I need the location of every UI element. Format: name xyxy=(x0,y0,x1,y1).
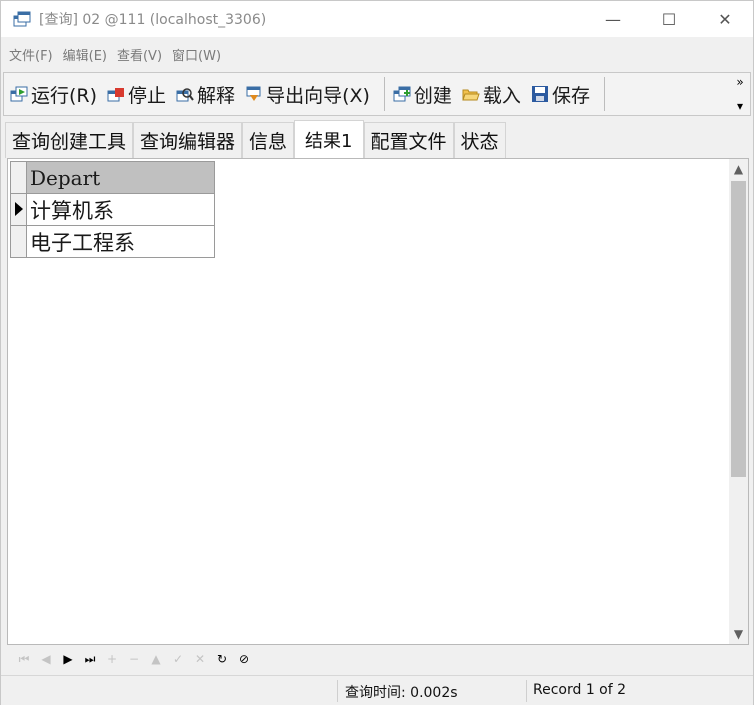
table-cell[interactable]: 计算机系 xyxy=(26,193,215,226)
create-button[interactable]: 创建 xyxy=(393,78,452,110)
record-count: Record 1 of 2 xyxy=(533,682,627,698)
close-button[interactable]: ✕ xyxy=(697,1,753,37)
tab-query-builder[interactable]: 查询创建工具 xyxy=(5,122,134,158)
delete-record-icon[interactable]: − xyxy=(123,649,145,669)
row-indicator[interactable] xyxy=(10,225,27,258)
load-label: 载入 xyxy=(482,84,521,107)
folder-open-icon xyxy=(462,85,480,103)
status-separator xyxy=(526,680,527,702)
window-title: [查询] 02 @111 (localhost_3306) xyxy=(39,12,267,28)
result-grid: Depart 计算机系 电子工程系 xyxy=(10,161,215,258)
menu-view[interactable]: 查看(V) xyxy=(117,45,162,64)
chevron-down-icon: ▾ xyxy=(736,99,744,113)
save-icon xyxy=(531,85,549,103)
tab-info[interactable]: 信息 xyxy=(242,122,295,158)
table-row[interactable]: 计算机系 xyxy=(10,193,215,226)
cancel-edit-icon[interactable]: ✕ xyxy=(189,649,211,669)
stop-label: 停止 xyxy=(128,84,167,107)
tab-query-editor[interactable]: 查询编辑器 xyxy=(133,122,243,158)
toolbar: 运行(R) 停止 解释 导出向导(X) 创建 载入 保存 » ▾ xyxy=(3,72,751,116)
stop-button[interactable]: 停止 xyxy=(107,78,166,110)
refresh-icon[interactable]: ↻ xyxy=(211,649,233,669)
chevron-double-right-icon: » xyxy=(736,75,744,89)
record-navigator: ⏮ ◀ ▶ ⏭ + − ▲ ✓ ✕ ↻ ⊘ xyxy=(7,647,749,671)
run-label: 运行(R) xyxy=(31,84,98,107)
menu-bar: 文件(F) 编辑(E) 查看(V) 窗口(W) xyxy=(1,37,753,71)
edit-record-icon[interactable]: ▲ xyxy=(145,649,167,669)
menu-edit[interactable]: 编辑(E) xyxy=(63,45,107,64)
result-grid-area: Depart 计算机系 电子工程系 ▲ ▼ xyxy=(7,158,749,645)
query-window-icon xyxy=(13,10,31,28)
maximize-button[interactable]: ☐ xyxy=(641,1,697,37)
row-indicator[interactable] xyxy=(10,193,27,226)
title-bar: [查询] 02 @111 (localhost_3306) — ☐ ✕ xyxy=(1,1,753,37)
table-cell[interactable]: 电子工程系 xyxy=(26,225,215,258)
save-button[interactable]: 保存 xyxy=(531,78,590,110)
explain-label: 解释 xyxy=(197,84,236,107)
export-wizard-button[interactable]: 导出向导(X) xyxy=(245,78,370,110)
menu-file[interactable]: 文件(F) xyxy=(9,45,53,64)
grid-header-row: Depart xyxy=(10,161,215,194)
last-record-icon[interactable]: ⏭ xyxy=(79,649,101,669)
minimize-button[interactable]: — xyxy=(585,1,641,37)
tab-profile[interactable]: 配置文件 xyxy=(363,122,454,158)
stop-icon xyxy=(107,85,125,103)
run-icon xyxy=(10,85,28,103)
toolbar-separator xyxy=(603,77,605,111)
status-bar: 查询时间: 0.002s Record 1 of 2 xyxy=(1,675,753,705)
run-button[interactable]: 运行(R) xyxy=(10,78,97,110)
vertical-scrollbar[interactable]: ▲ ▼ xyxy=(729,159,748,644)
scroll-thumb[interactable] xyxy=(731,181,746,477)
export-label: 导出向导(X) xyxy=(266,84,370,107)
query-window: [查询] 02 @111 (localhost_3306) — ☐ ✕ 文件(F… xyxy=(0,0,754,705)
query-time: 查询时间: 0.002s xyxy=(345,685,458,701)
explain-button[interactable]: 解释 xyxy=(176,78,235,110)
save-label: 保存 xyxy=(551,84,590,107)
post-edit-icon[interactable]: ✓ xyxy=(167,649,189,669)
create-icon xyxy=(393,85,411,103)
column-header-depart[interactable]: Depart xyxy=(26,161,215,194)
export-icon xyxy=(245,85,263,103)
prev-record-icon[interactable]: ◀ xyxy=(35,649,57,669)
current-row-arrow-icon xyxy=(15,202,23,216)
create-label: 创建 xyxy=(413,84,452,107)
tab-strip: 查询创建工具 查询编辑器 信息 结果1 配置文件 状态 xyxy=(5,120,506,158)
toolbar-separator xyxy=(383,77,385,111)
scroll-up-icon[interactable]: ▲ xyxy=(729,159,748,179)
next-record-icon[interactable]: ▶ xyxy=(57,649,79,669)
table-row[interactable]: 电子工程系 xyxy=(10,225,215,258)
stop-refresh-icon[interactable]: ⊘ xyxy=(233,649,255,669)
scroll-down-icon[interactable]: ▼ xyxy=(729,624,748,644)
row-indicator-header xyxy=(10,161,27,194)
tab-status[interactable]: 状态 xyxy=(453,122,506,158)
insert-record-icon[interactable]: + xyxy=(101,649,123,669)
first-record-icon[interactable]: ⏮ xyxy=(13,649,35,669)
toolbar-overflow-button[interactable]: » ▾ xyxy=(734,75,746,113)
tab-result-1[interactable]: 结果1 xyxy=(294,120,364,158)
load-button[interactable]: 载入 xyxy=(462,78,521,110)
explain-icon xyxy=(176,85,194,103)
status-separator xyxy=(337,680,338,702)
menu-window[interactable]: 窗口(W) xyxy=(172,45,221,64)
